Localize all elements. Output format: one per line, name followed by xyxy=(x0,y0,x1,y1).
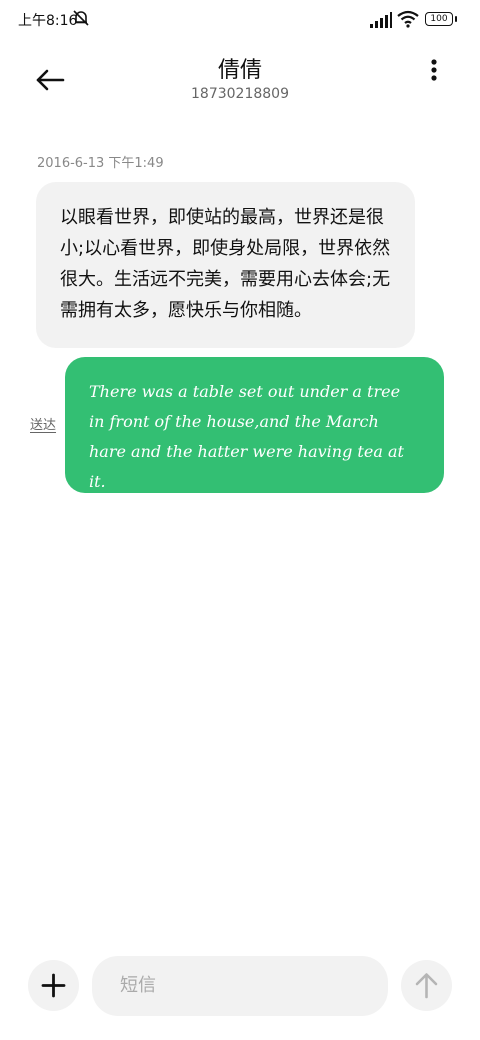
incoming-message-text: 以眼看世界，即使站的最高，世界还是很小;以心看世界，即使身处局限，世界依然很大。… xyxy=(60,207,391,321)
contact-name: 倩倩 xyxy=(217,58,262,83)
mute-icon xyxy=(73,10,89,26)
incoming-message-bubble[interactable]: 以眼看世界，即使站的最高，世界还是很小;以心看世界，即使身处局限，世界依然很大。… xyxy=(36,182,415,348)
outgoing-message-text: There was a table set out under a tree i… xyxy=(89,382,404,491)
add-attachment-button[interactable] xyxy=(28,960,79,1011)
status-bar: 上午8:16 100 xyxy=(0,0,480,40)
contact-number: 18730218809 xyxy=(191,86,289,102)
more-options-button[interactable] xyxy=(418,54,450,94)
signal-icon xyxy=(370,12,392,28)
battery-icon: 100 xyxy=(425,12,457,28)
sms-input[interactable]: 短信 xyxy=(92,956,388,1016)
send-button[interactable] xyxy=(401,960,452,1011)
message-composer: 短信 xyxy=(0,950,480,1030)
wifi-icon xyxy=(397,10,419,28)
conversation-header: 倩倩 18730218809 xyxy=(0,40,480,116)
outgoing-message-bubble[interactable]: There was a table set out under a tree i… xyxy=(65,357,444,493)
send-arrow-icon xyxy=(415,973,438,999)
delivery-status: 送达 xyxy=(30,418,57,433)
battery-level: 100 xyxy=(425,12,453,26)
plus-icon xyxy=(41,973,66,998)
more-vertical-icon xyxy=(431,59,437,81)
status-time: 上午8:16 xyxy=(18,13,78,29)
message-timestamp: 2016-6-13 下午1:49 xyxy=(37,156,164,171)
sms-conversation-screen: 上午8:16 100 倩倩 18730218809 2016-6-13 下午1:… xyxy=(0,0,480,1040)
